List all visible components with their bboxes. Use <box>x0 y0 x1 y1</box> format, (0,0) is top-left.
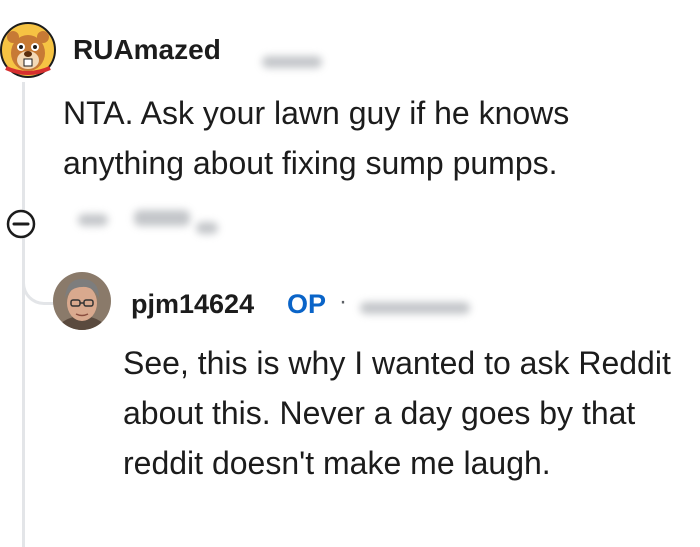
blurred-timestamp <box>262 56 322 68</box>
thread-line <box>22 82 25 547</box>
reply-connector-line <box>22 250 55 305</box>
reply-author[interactable]: pjm14624 <box>131 289 254 320</box>
beaver-mascot-avatar-icon[interactable] <box>0 22 56 78</box>
user-photo-avatar-icon[interactable] <box>53 272 111 330</box>
reply-body: See, this is why I wanted to ask Reddit … <box>123 345 671 481</box>
comment-author[interactable]: RUAmazed <box>73 34 221 66</box>
blurred-action-1 <box>78 214 108 226</box>
collapse-minus-icon[interactable] <box>6 209 36 239</box>
blurred-action-3 <box>196 222 218 234</box>
meta-separator: · <box>339 288 347 315</box>
blurred-reply-timestamp <box>360 302 470 314</box>
op-badge: OP <box>287 289 327 319</box>
blurred-action-2 <box>134 210 190 226</box>
comment-body: NTA. Ask your lawn guy if he knows anyth… <box>63 95 570 181</box>
